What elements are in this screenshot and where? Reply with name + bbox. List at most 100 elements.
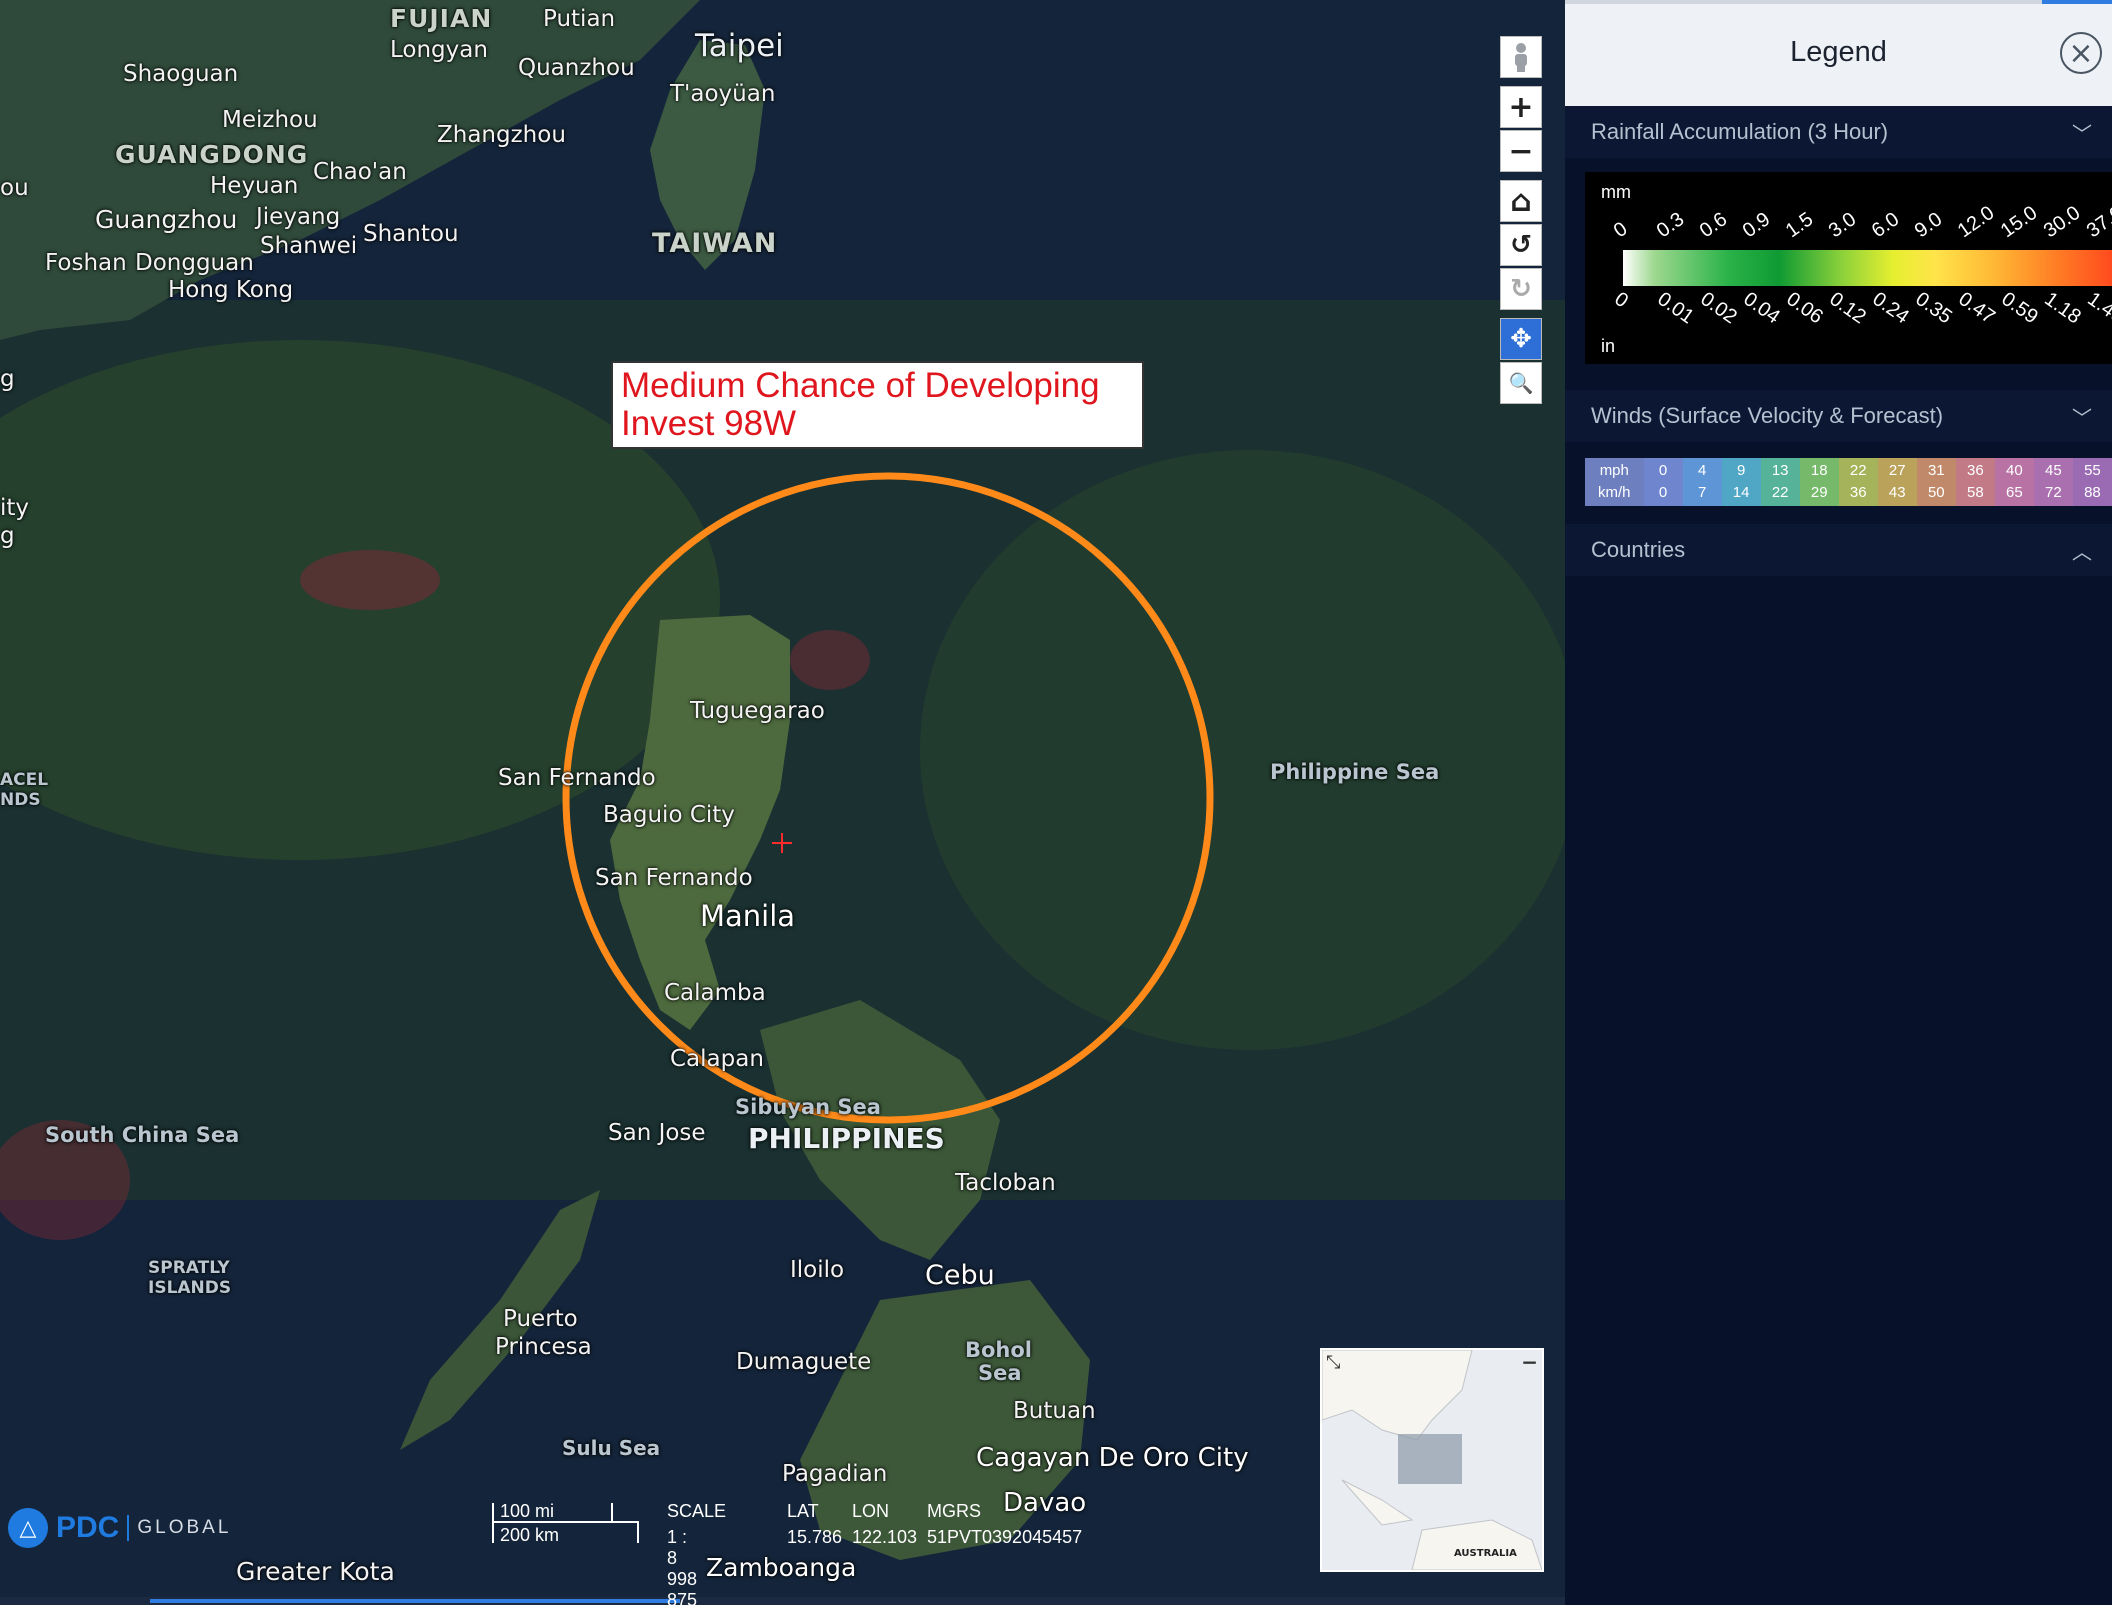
chevron-down-icon: ﹀	[2072, 123, 2092, 146]
rain-in-tick: 0.04	[1739, 288, 1784, 329]
magnifier-icon: 🔍	[1508, 371, 1534, 395]
rain-mm-tick: 0.3	[1652, 208, 1689, 243]
map-label-princesa: Princesa	[495, 1334, 592, 1360]
home-button[interactable]: ⌂	[1500, 180, 1542, 222]
zoom-in-button[interactable]: +	[1500, 86, 1542, 128]
winds-mph-value: 27	[1888, 462, 1906, 479]
winds-mph-value: 45	[2045, 462, 2062, 479]
rain-mm-tick: 0	[1609, 217, 1632, 243]
map-label-sibuyan-sea: Sibuyan Sea	[735, 1095, 881, 1119]
map-label-fujian: FUJIAN	[390, 4, 493, 33]
callout-line-1: Medium Chance of Developing	[621, 366, 1100, 405]
legend-panel: Legend × Rainfall Accumulation (3 Hour) …	[1565, 0, 2112, 1605]
winds-unit-cell: mph km/h	[1585, 458, 1644, 506]
legend-section-rainfall[interactable]: Rainfall Accumulation (3 Hour) ﹀	[1565, 106, 2112, 158]
winds-mph-value: 18	[1810, 462, 1828, 479]
legend-section-winds[interactable]: Winds (Surface Velocity & Forecast) ﹀	[1565, 390, 2112, 442]
section-label-rainfall: Rainfall Accumulation (3 Hour)	[1591, 119, 1889, 144]
map-label-putian: Putian	[543, 6, 616, 32]
map-label-calapan: Calapan	[670, 1046, 764, 1072]
map-label-puerto: Puerto	[503, 1306, 578, 1332]
section-label-countries: Countries	[1591, 537, 1686, 562]
map-label-iloilo: Iloilo	[790, 1257, 845, 1283]
map-label-guangdong: GUANGDONG	[115, 140, 309, 169]
rain-mm-tick: 37.0	[2082, 201, 2112, 243]
pan-button[interactable]: ✥	[1500, 318, 1542, 360]
legend-section-countries[interactable]: Countries ︿	[1565, 524, 2112, 576]
legend-title: Legend	[1790, 36, 1887, 68]
rain-in-tick: 1.18	[2040, 288, 2085, 329]
winds-cell: 47	[1682, 458, 1722, 506]
close-legend-button[interactable]: ×	[2060, 32, 2102, 74]
map-label-philippines: PHILIPPINES	[748, 1122, 945, 1155]
home-icon: ⌂	[1510, 183, 1532, 219]
zoom-out-button[interactable]: −	[1500, 130, 1542, 172]
map-label-pagadian: Pagadian	[782, 1461, 888, 1487]
winds-mph-value: 13	[1771, 462, 1789, 479]
zoom-box-button[interactable]: 🔍	[1500, 362, 1542, 404]
chevron-down-icon: ﹀	[2072, 407, 2092, 430]
rain-mm-tick: 6.0	[1867, 208, 1904, 243]
map-label-dumaguete: Dumaguete	[736, 1349, 872, 1375]
mgrs-value: 51PVT0392045457	[927, 1527, 1083, 1547]
map-label-bohol-sea: Sea	[978, 1361, 1022, 1385]
map-label-zhangzhou: Zhangzhou	[437, 122, 566, 148]
winds-mph-value: 4	[1697, 462, 1707, 479]
map-label-taiwan: TAIWAN	[652, 228, 778, 259]
minimap-graphic	[1321, 1349, 1543, 1571]
winds-kmh-value: 14	[1732, 484, 1750, 501]
rain-in-tick: 0.35	[1911, 288, 1956, 329]
legend-header: Legend ×	[1565, 0, 2112, 106]
street-view-button[interactable]	[1500, 36, 1542, 78]
brand-global: GLOBAL	[137, 1517, 232, 1538]
rotate-left-button[interactable]: ↺	[1500, 224, 1542, 266]
rain-in-tick: 0.02	[1696, 288, 1741, 329]
winds-cell: 40 65	[1994, 458, 2034, 506]
map-label-meizhou: Meizhou	[222, 107, 318, 133]
winds-mph-value: 22	[1849, 462, 1867, 479]
rotate-right-icon: ↻	[1510, 274, 1532, 304]
winds-kmh-value: 88	[2084, 484, 2101, 501]
rain-in-tick: 1.46	[2083, 288, 2112, 329]
winds-mph-value: 9	[1736, 462, 1746, 479]
winds-cell: 55 88	[2072, 458, 2112, 506]
map-label-heyuan: Heyuan	[210, 173, 299, 199]
overview-minimap[interactable]: ⤡ − AUSTRALIA	[1320, 1348, 1544, 1572]
winds-kmh-value: 65	[2006, 484, 2023, 501]
mgrs-label: MGRS	[927, 1501, 981, 1521]
rain-in-tick: 0.12	[1825, 288, 1870, 329]
pdc-brand[interactable]: △ PDC GLOBAL	[8, 1508, 231, 1548]
expand-icon[interactable]: ⤡	[1326, 1352, 1340, 1373]
invest-callout[interactable]: Medium Chance of Developing Invest 98W	[611, 361, 1144, 449]
map-label-longyan: Longyan	[390, 37, 488, 63]
winds-kmh-value: 72	[2045, 484, 2062, 501]
map-toolbar: + − ⌂ ↺ ↻ ✥ 🔍	[1500, 36, 1544, 406]
map-label-spratly: SPRATLY	[148, 1258, 230, 1278]
winds-kmh-value: 29	[1810, 484, 1828, 501]
map-label-san-fernando-1: San Fernando	[498, 765, 656, 791]
minimap-label-australia: AUSTRALIA	[1454, 1548, 1517, 1559]
winds-kmh-value: 7	[1697, 484, 1707, 501]
scale-mi: 100 mi	[500, 1501, 555, 1521]
map-label-davao: Davao	[1003, 1488, 1087, 1518]
rotate-right-button[interactable]: ↻	[1500, 268, 1542, 310]
map-label-shaoguan: Shaoguan	[123, 61, 239, 87]
map-view[interactable]: FUJIAN Putian Taipei Longyan Quanzhou T'…	[0, 0, 1565, 1605]
rain-in-tick: 0.24	[1868, 288, 1913, 329]
map-label-shanwei: Shanwei	[260, 233, 358, 259]
collapse-icon[interactable]: −	[1521, 1350, 1538, 1374]
map-label-tacloban: Tacloban	[955, 1170, 1056, 1196]
rainfall-color-bar	[1623, 250, 2112, 286]
map-label-chaoan: Chao'an	[313, 159, 407, 185]
map-label-foshan: Foshan	[45, 250, 127, 276]
brand-separator	[127, 1515, 130, 1541]
minimap-viewport	[1398, 1434, 1462, 1484]
rain-in-tick: 0.47	[1954, 288, 1999, 329]
callout-line-2: Invest 98W	[621, 404, 797, 443]
rain-mm-tick: 3.0	[1824, 208, 1861, 243]
rotate-left-icon: ↺	[1510, 230, 1532, 260]
winds-mph-value: 36	[1966, 462, 1984, 479]
winds-kmh-value: 58	[1966, 484, 1984, 501]
map-label-baguio: Baguio City	[603, 802, 735, 828]
winds-mph-value: 0	[1658, 462, 1668, 479]
